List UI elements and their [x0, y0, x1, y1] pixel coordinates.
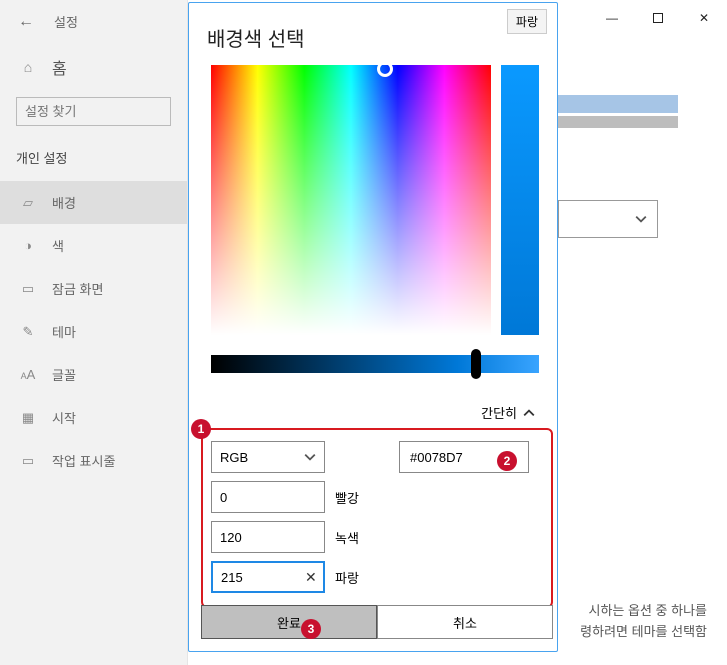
sidebar-item-theme[interactable]: ✎ 테마: [0, 310, 187, 353]
hex-value: #0078D7: [410, 450, 463, 465]
channel-row-red: 빨강: [211, 481, 371, 513]
channel-row-blue: ✕ 파랑: [211, 561, 371, 593]
annotation-badge-1: 1: [191, 419, 211, 439]
taskbar-icon: ▭: [20, 453, 36, 469]
theme-icon: ✎: [20, 324, 36, 340]
sidebar-item-label: 시작: [52, 408, 76, 427]
done-button[interactable]: 완료: [201, 605, 377, 639]
green-label: 녹색: [335, 528, 359, 547]
sidebar-item-label: 글꼴: [52, 365, 76, 384]
font-icon: AA: [20, 367, 36, 382]
sidebar-item-label: 테마: [52, 322, 76, 341]
color-tooltip: 파랑: [507, 9, 547, 34]
value-slider[interactable]: [211, 355, 539, 373]
picture-icon: ▱: [20, 195, 36, 211]
sidebar-item-label: 잠금 화면: [52, 279, 103, 298]
app-title: 설정: [54, 12, 78, 31]
color-model-select[interactable]: RGB: [211, 441, 325, 473]
sidebar-item-start[interactable]: ▦ 시작: [0, 396, 187, 439]
red-input[interactable]: [211, 481, 325, 513]
minimize-button[interactable]: —: [589, 0, 635, 36]
green-input[interactable]: [211, 521, 325, 553]
red-label: 빨강: [335, 488, 359, 507]
dialog-buttons: 완료 취소: [201, 605, 553, 639]
sidebar-item-font[interactable]: AA 글꼴: [0, 353, 187, 396]
color-picker-dialog: 파랑 배경색 선택 간단히 1 RGB #0078D7 2 빨강 녹색 ✕ 파랑…: [188, 2, 558, 652]
slider-thumb[interactable]: [471, 349, 481, 379]
home-label: 홈: [52, 55, 67, 79]
preview-strip: [558, 116, 678, 128]
chevron-down-icon: [304, 451, 316, 463]
category-label: 개인 설정: [0, 148, 187, 181]
sidebar-item-color[interactable]: ◑ 색: [0, 224, 187, 267]
preview-strip: [558, 95, 678, 113]
close-button[interactable]: ✕: [681, 0, 727, 36]
chevron-down-icon: [635, 213, 647, 225]
maximize-button[interactable]: [635, 0, 681, 36]
clear-icon[interactable]: ✕: [305, 569, 317, 586]
search-input[interactable]: [16, 97, 171, 126]
sidebar-item-taskbar[interactable]: ▭ 작업 표시줄: [0, 439, 187, 482]
home-icon: ⌂: [20, 59, 36, 75]
search-container: [16, 97, 171, 126]
annotation-badge-3: 3: [301, 619, 321, 639]
sidebar-item-label: 배경: [52, 193, 76, 212]
start-icon: ▦: [20, 410, 36, 426]
satval-thumb[interactable]: [377, 61, 393, 77]
annotation-badge-2: 2: [497, 451, 517, 471]
settings-sidebar: ← 설정 ⌂ 홈 개인 설정 ▱ 배경 ◑ 색 ▭ 잠금 화면 ✎ 테마 AA …: [0, 0, 188, 665]
sidebar-item-label: 작업 표시줄: [52, 451, 115, 470]
simple-label: 간단히: [481, 403, 517, 422]
back-icon[interactable]: ←: [18, 13, 34, 31]
fit-dropdown[interactable]: [558, 200, 658, 238]
channel-row-green: 녹색: [211, 521, 371, 553]
sidebar-item-lockscreen[interactable]: ▭ 잠금 화면: [0, 267, 187, 310]
footer-text: 시하는 옵션 중 하나를 령하려면 테마를 선택함: [580, 601, 707, 643]
hue-preview[interactable]: [501, 65, 539, 335]
sidebar-home[interactable]: ⌂ 홈: [0, 49, 187, 97]
dialog-title: 배경색 선택: [189, 3, 557, 62]
palette-icon: ◑: [20, 238, 36, 253]
simple-toggle[interactable]: 간단히: [481, 403, 535, 422]
cancel-button[interactable]: 취소: [377, 605, 553, 639]
saturation-value-area[interactable]: [211, 65, 491, 335]
chevron-up-icon: [523, 407, 535, 419]
sidebar-item-label: 색: [52, 236, 64, 255]
window-controls: — ✕: [589, 0, 727, 36]
blue-label: 파랑: [335, 568, 359, 587]
lock-icon: ▭: [20, 281, 36, 297]
color-model-value: RGB: [220, 450, 248, 465]
sidebar-item-background[interactable]: ▱ 배경: [0, 181, 187, 224]
